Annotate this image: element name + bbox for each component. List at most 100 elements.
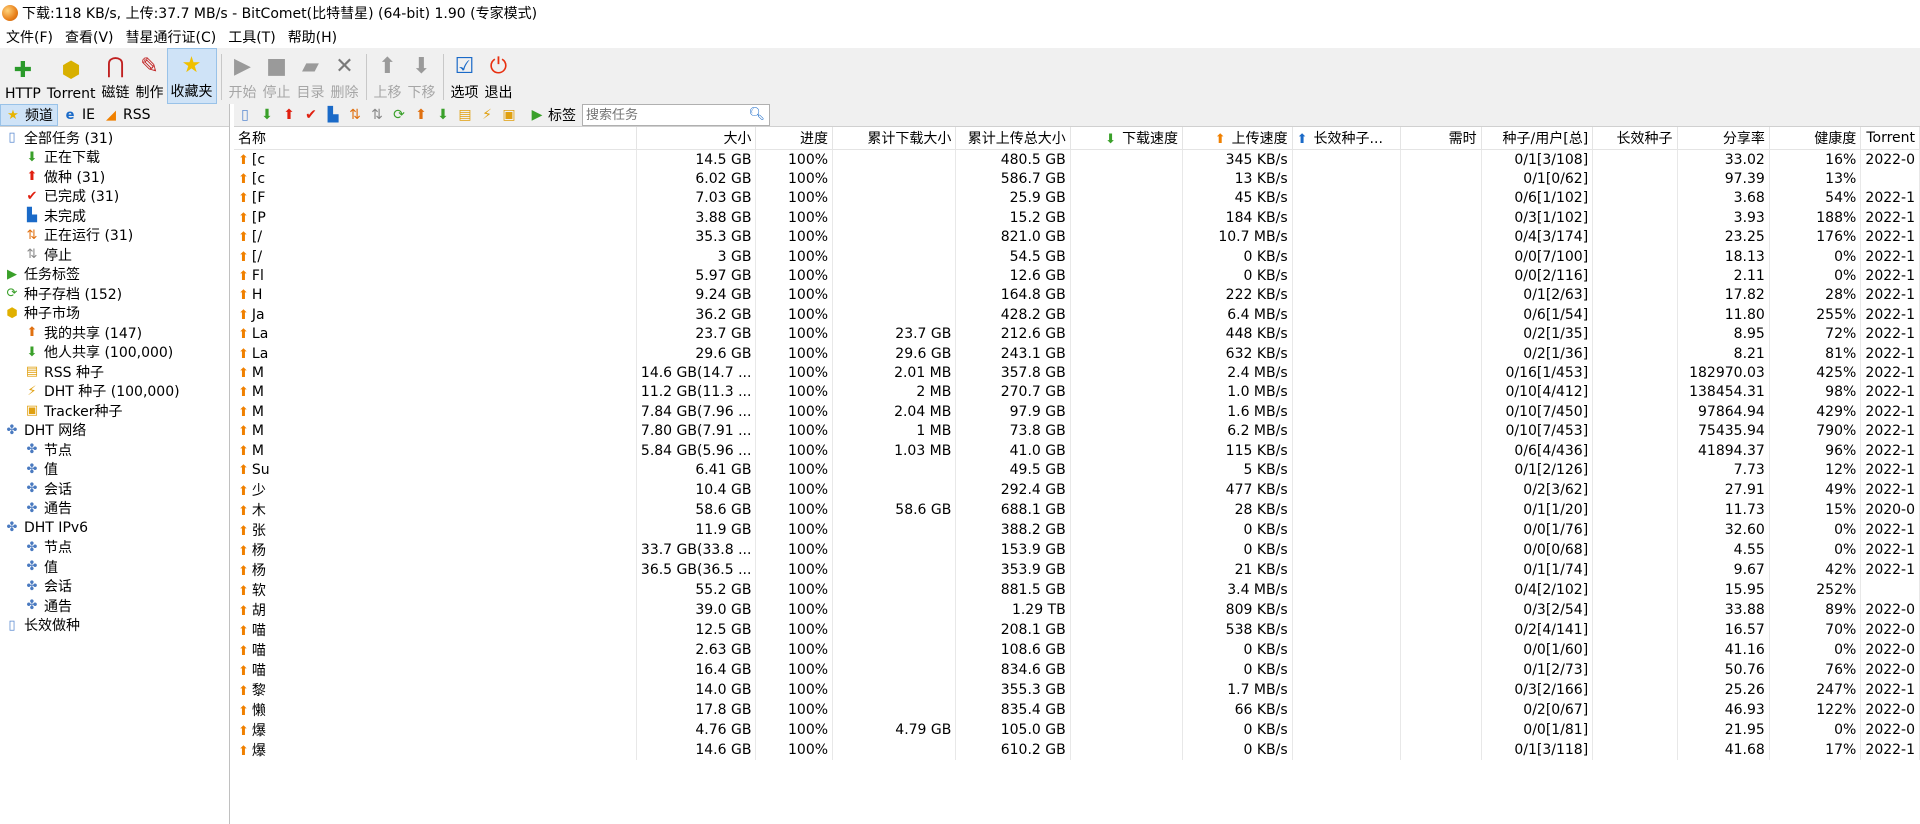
column-header-upload-speed[interactable]: ⬆ 上传速度 [1182, 127, 1293, 150]
tracker-seed-icon[interactable]: ▣ [498, 105, 520, 125]
tree-item-dht-nodes[interactable]: ✤ 节点 [0, 440, 229, 460]
tree-item-task-tags[interactable]: ▶ 任务标签 [0, 265, 229, 285]
tree-item-long-seeding[interactable]: ▯ 长效做种 [0, 616, 229, 636]
archive-icon[interactable]: ⟳ [388, 105, 410, 125]
table-row[interactable]: ⬆ 张 11.9 GB 100% 388.2 GB 0 KB/s 0/0[1/76] 32.6… [234, 519, 1920, 540]
tree-item-dht-sessions[interactable]: ✤ 会话 [0, 479, 229, 499]
others-share-icon[interactable]: ⬇ [432, 105, 454, 125]
tree-item-incomplete[interactable]: ▙ 未完成 [0, 206, 229, 226]
table-row[interactable]: ⬆ 喵 2.63 GB 100% 108.6 GB 0 KB/s 0/0[1/60] 41.1… [234, 639, 1920, 660]
tree-item-dht-network[interactable]: ✤ DHT 网络 [0, 421, 229, 441]
table-row[interactable]: ⬆ [c 6.02 GB 100% 586.7 GB 13 KB/s 0/1[0/62] 97… [234, 169, 1920, 189]
delete-button[interactable]: ✕ 删除 [328, 50, 362, 104]
column-header-long-seed-status[interactable]: ⬆ 长效种子... [1292, 127, 1401, 150]
menu-view[interactable]: 查看(V) [59, 27, 120, 47]
search-input[interactable] [583, 105, 738, 125]
rss-seed-icon[interactable]: ▤ [454, 105, 476, 125]
table-row[interactable]: ⬆ M 7.80 GB(7.91 ... 100% 1 MB 73.8 GB 6.2 MB/… [234, 421, 1920, 441]
tag-icon[interactable]: ▶ [526, 105, 548, 125]
table-row[interactable]: ⬆ 喵 12.5 GB 100% 208.1 GB 538 KB/s 0/2[4/141] 1… [234, 619, 1920, 640]
tree-item-my-share[interactable]: ⬆ 我的共享 (147) [0, 323, 229, 343]
column-header-download-speed[interactable]: ⬇ 下载速度 [1070, 127, 1184, 150]
table-row[interactable]: ⬆ 杨 33.7 GB(33.8 ... 100% 153.9 GB 0 KB/s 0/0[… [234, 539, 1920, 560]
torrent-button[interactable]: ⬢ Torrent [44, 50, 99, 104]
my-share-icon[interactable]: ⬆ [410, 105, 432, 125]
menu-help[interactable]: 帮助(H) [282, 27, 343, 47]
column-header-torrent-date[interactable]: Torrent [1860, 127, 1920, 150]
start-button[interactable]: ▶ 开始 [226, 50, 260, 104]
download-filter-icon[interactable]: ⬇ [256, 105, 278, 125]
directory-button[interactable]: ▰ 目录 [294, 50, 328, 104]
incomplete-filter-icon[interactable]: ▙ [322, 105, 344, 125]
exit-button[interactable]: ⏻ 退出 [482, 50, 516, 104]
table-row[interactable]: ⬆ 杨 36.5 GB(36.5 ... 100% 353.9 GB 21 KB/s 0/1… [234, 559, 1920, 580]
upload-filter-icon[interactable]: ⬆ [278, 105, 300, 125]
table-row[interactable]: ⬆ M 5.84 GB(5.96 ... 100% 1.03 MB 41.0 GB 115 … [234, 440, 1920, 461]
tree-item-running[interactable]: ⇅ 正在运行 (31) [0, 226, 229, 246]
running-filter-icon[interactable]: ⇅ [344, 105, 366, 125]
column-header-health[interactable]: 健康度 [1769, 127, 1862, 150]
search-icon[interactable]: 🔍︎ [748, 107, 765, 122]
table-row[interactable]: ⬆ 软 55.2 GB 100% 881.5 GB 3.4 MB/s 0/4[2/102] 1… [234, 579, 1920, 600]
table-row[interactable]: ⬆ Fl 5.97 GB 100% 12.6 GB 0 KB/s 0/0[2/116] 2.1… [234, 266, 1920, 286]
tree-item-dht-seeds[interactable]: ⚡ DHT 种子 (100,000) [0, 382, 229, 402]
table-row[interactable]: ⬆ La 23.7 GB 100% 23.7 GB 212.6 GB 448 KB/s 0/2… [234, 324, 1920, 344]
table-row[interactable]: ⬆ 懒 17.8 GB 100% 835.4 GB 66 KB/s 0/2[0/67] 46.… [234, 699, 1920, 720]
table-row[interactable]: ⬆ [c 14.5 GB 100% 480.5 GB 345 KB/s 0/1[3/108]… [234, 149, 1920, 170]
tree-item-ipv6-announces[interactable]: ✤ 通告 [0, 596, 229, 616]
tab-ie[interactable]: e IE [58, 105, 99, 125]
table-row[interactable]: ⬆ M 14.6 GB(14.7 ... 100% 2.01 MB 357.8 GB 2.4… [234, 363, 1920, 383]
table-row[interactable]: ⬆ H 9.24 GB 100% 164.8 GB 222 KB/s 0/1[2/63] 17… [234, 285, 1920, 306]
menu-file[interactable]: 文件(F) [0, 27, 59, 47]
table-row[interactable]: ⬆ M 11.2 GB(11.3 ... 100% 2 MB 270.7 GB 1.0 MB… [234, 382, 1920, 403]
tree-item-stopped[interactable]: ⇅ 停止 [0, 245, 229, 265]
table-row[interactable]: ⬆ 黎 14.0 GB 100% 355.3 GB 1.7 MB/s 0/3[2/166] 2… [234, 679, 1920, 700]
tag-label[interactable]: 标签 [548, 105, 576, 125]
completed-filter-icon[interactable]: ✔ [300, 105, 322, 125]
table-row[interactable]: ⬆ 爆 4.76 GB 100% 4.79 GB 105.0 GB 0 KB/s 0/0[1/… [234, 719, 1920, 740]
tree-item-torrent-archive[interactable]: ⟳ 种子存档 (152) [0, 284, 229, 304]
column-header-downloaded[interactable]: 累计下载大小 [832, 127, 957, 150]
http-button[interactable]: ✚ HTTP [2, 50, 44, 104]
stop-button[interactable]: ■ 停止 [260, 50, 294, 104]
tree-item-dht-values[interactable]: ✤ 值 [0, 460, 229, 480]
stopped-filter-icon[interactable]: ⇅ [366, 105, 388, 125]
tree-item-dht-ipv6[interactable]: ✤ DHT IPv6 [0, 518, 229, 538]
tab-rss[interactable]: ◢ RSS [99, 105, 155, 125]
table-row[interactable]: ⬆ Su 6.41 GB 100% 49.5 GB 5 KB/s 0/1[2/126] 7.7… [234, 460, 1920, 480]
tree-item-downloading[interactable]: ⬇ 正在下载 [0, 148, 229, 168]
tree-item-completed[interactable]: ✔ 已完成 (31) [0, 187, 229, 207]
task-view-icon[interactable]: ▯ [234, 105, 256, 125]
table-row[interactable]: ⬆ 胡 39.0 GB 100% 1.29 TB 809 KB/s 0/3[2/54] 33.… [234, 599, 1920, 620]
magnet-button[interactable]: ⋂ 磁链 [99, 50, 133, 104]
column-header-uploaded[interactable]: 累计上传总大小 [955, 127, 1071, 150]
tree-item-ipv6-values[interactable]: ✤ 值 [0, 557, 229, 577]
make-button[interactable]: ✎ 制作 [133, 50, 167, 104]
table-row[interactable]: ⬆ [P 3.88 GB 100% 15.2 GB 184 KB/s 0/3[1/102] 3… [234, 208, 1920, 228]
table-row[interactable]: ⬆ La 29.6 GB 100% 29.6 GB 243.1 GB 632 KB/s 0/2… [234, 343, 1920, 364]
favorites-button[interactable]: ★ 收藏夹 [166, 48, 217, 104]
tree-item-torrent-market[interactable]: ⬢ 种子市场 [0, 304, 229, 324]
table-row[interactable]: ⬆ 木 58.6 GB 100% 58.6 GB 688.1 GB 28 KB/s 0/1[1… [234, 499, 1920, 520]
table-row[interactable]: ⬆ [F 7.03 GB 100% 25.9 GB 45 KB/s 0/6[1/102] 3.… [234, 188, 1920, 209]
column-header-name[interactable]: 名称 [234, 127, 637, 150]
tree-item-seeding[interactable]: ⬆ 做种 (31) [0, 167, 229, 187]
tree-item-ipv6-nodes[interactable]: ✤ 节点 [0, 538, 229, 558]
table-row[interactable]: ⬆ 爆 14.6 GB 100% 610.2 GB 0 KB/s 0/1[3/118] 41.… [234, 739, 1920, 760]
move-up-button[interactable]: ⬆ 上移 [371, 50, 405, 104]
menu-comet-pass[interactable]: 彗星通行证(C) [120, 27, 223, 47]
column-header-progress[interactable]: 进度 [755, 127, 834, 150]
column-header-size[interactable]: 大小 [636, 127, 757, 150]
tree-item-all-tasks[interactable]: ▯ 全部任务 (31) [0, 128, 229, 148]
column-header-eta[interactable]: 需时 [1400, 127, 1482, 150]
table-row[interactable]: ⬆ Ja 36.2 GB 100% 428.2 GB 6.4 MB/s 0/6[1/54] 1… [234, 305, 1920, 325]
search-box[interactable]: 🔍︎ [582, 104, 770, 126]
column-header-share-ratio[interactable]: 分享率 [1677, 127, 1770, 150]
table-row[interactable]: ⬆ M 7.84 GB(7.96 ... 100% 2.04 MB 97.9 GB 1.6 … [234, 402, 1920, 422]
tab-channel[interactable]: ★ 频道 [0, 104, 58, 126]
move-down-button[interactable]: ⬇ 下移 [405, 50, 439, 104]
menu-tools[interactable]: 工具(T) [222, 27, 281, 47]
tree-item-others-share[interactable]: ⬇ 他人共享 (100,000) [0, 343, 229, 363]
tree-item-dht-announces[interactable]: ✤ 通告 [0, 499, 229, 519]
options-button[interactable]: ☑ 选项 [448, 50, 482, 104]
